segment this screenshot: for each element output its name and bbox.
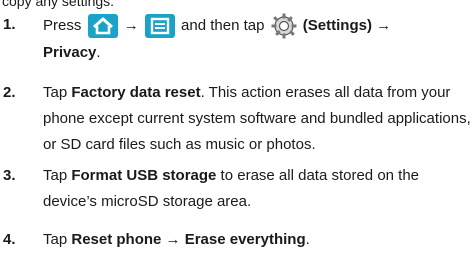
- step-number: 2.: [3, 84, 16, 101]
- reset-phone-erase-everything-label: Reset phone → Erase everything: [71, 231, 306, 248]
- step-number: 4.: [3, 231, 16, 248]
- step-3: 3. Tap Format USB storage to erase all d…: [3, 163, 473, 215]
- arrow: →: [123, 16, 139, 34]
- partial-previous-line: copy any settings.: [2, 0, 115, 9]
- step-text: Tap: [43, 167, 68, 184]
- settings-gear-icon: [270, 12, 298, 40]
- step-number: 1.: [3, 16, 16, 33]
- privacy-label: Privacy: [43, 44, 97, 61]
- step-body: Tap Factory data reset. This action eras…: [43, 80, 473, 158]
- format-usb-storage-label: Format USB storage: [71, 167, 217, 184]
- step-text: Tap: [43, 84, 68, 101]
- step-2: 2. Tap Factory data reset. This action e…: [3, 80, 473, 158]
- step-text: .: [96, 44, 101, 61]
- step-4: 4. Tap Reset phone → Erase everything.: [3, 227, 473, 253]
- settings-label: (Settings): [302, 16, 372, 34]
- step-number: 3.: [3, 167, 16, 184]
- step-1: 1. Press → and then tap (Settings) → Pri…: [3, 12, 473, 66]
- step-text: .: [305, 231, 310, 248]
- step-body: Press → and then tap (Settings) → Privac…: [43, 12, 473, 66]
- menu-icon: [144, 14, 175, 38]
- arrow: →: [376, 16, 392, 34]
- step-body: Tap Reset phone → Erase everything.: [43, 227, 473, 253]
- step-text: Press: [43, 16, 82, 34]
- step-text: Tap: [43, 231, 68, 248]
- home-icon: [87, 14, 118, 38]
- factory-data-reset-label: Factory data reset: [71, 84, 201, 101]
- step-text: and then tap: [181, 16, 265, 34]
- step-body: Tap Format USB storage to erase all data…: [43, 163, 473, 215]
